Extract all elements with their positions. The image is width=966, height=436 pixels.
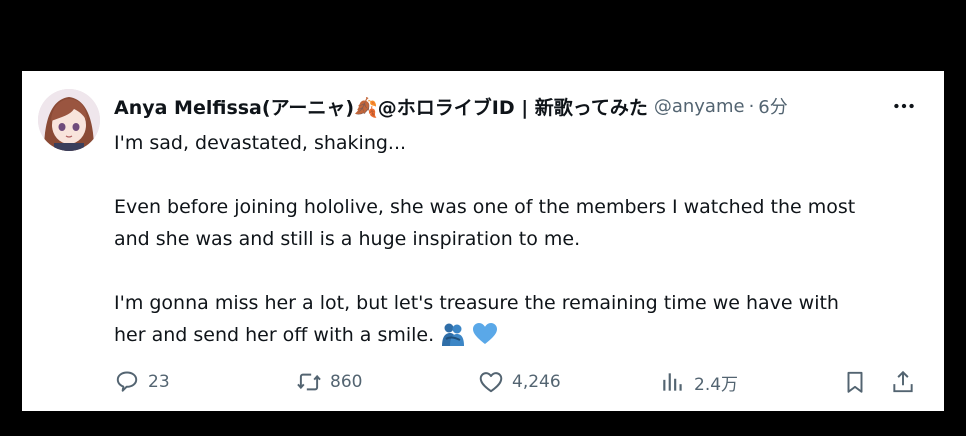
tweet-line-text: her and send her off with a smile.	[114, 324, 435, 346]
tweet-line-last: her and send her off with a smile.	[114, 319, 924, 356]
share-icon	[893, 370, 913, 393]
blue-heart-emoji-icon	[472, 322, 498, 356]
people-hugging-emoji-icon	[440, 322, 466, 356]
user-handle[interactable]: @anyame	[654, 96, 745, 117]
timestamp[interactable]: 6分	[758, 93, 787, 119]
separator-dot: ·	[748, 95, 755, 117]
share-button[interactable]	[890, 367, 924, 397]
tweet-line: I'm gonna miss her a lot, but let's trea…	[114, 292, 839, 314]
tweet-line: and she was and still is a huge inspirat…	[114, 228, 581, 250]
like-icon	[479, 372, 503, 393]
retweet-count: 860	[330, 372, 363, 392]
retweet-icon	[297, 373, 321, 391]
bookmark-icon	[847, 371, 863, 393]
bookmark-button[interactable]	[842, 367, 876, 397]
views-count: 2.4万	[694, 374, 739, 395]
line-break	[114, 159, 924, 191]
tweet-line: Even before joining hololive, she was on…	[114, 196, 856, 218]
like-count: 4,246	[512, 372, 561, 392]
tweet-text: I'm sad, devastated, shaking... Even bef…	[114, 127, 924, 356]
reply-icon	[116, 371, 138, 392]
avatar[interactable]	[38, 89, 100, 151]
reply-count: 23	[148, 372, 170, 392]
more-icon[interactable]	[884, 91, 924, 121]
tweet-line: I'm sad, devastated, shaking...	[114, 132, 407, 154]
tweet-card[interactable]: Anya Melfissa(アーニャ)🍂@ホロライブID | 新歌ってみた @a…	[22, 71, 944, 411]
retweet-button[interactable]: 860	[296, 367, 362, 397]
like-button[interactable]: 4,246	[478, 367, 561, 397]
views-icon	[663, 373, 682, 391]
display-name[interactable]: Anya Melfissa(アーニャ)🍂@ホロライブID | 新歌ってみた	[114, 93, 648, 120]
line-break	[114, 255, 924, 287]
reply-button[interactable]: 23	[114, 367, 170, 397]
views-button[interactable]: 2.4万	[660, 367, 738, 397]
tweet-header: Anya Melfissa(アーニャ)🍂@ホロライブID | 新歌ってみた @a…	[114, 91, 924, 121]
action-bar: 23 860 4,246 2.4万	[114, 367, 924, 397]
